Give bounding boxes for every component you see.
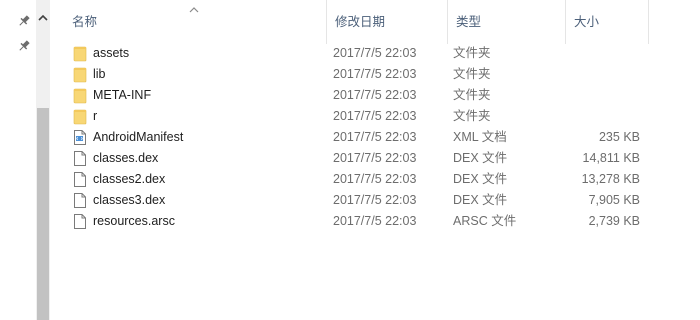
file-row[interactable]: AndroidManifest 2017/7/5 22:03 XML 文档 235 K… [50, 127, 650, 148]
nav-pane-scrollbar[interactable] [36, 0, 50, 320]
file-name: classes.dex [93, 151, 159, 165]
file-icon [74, 172, 86, 187]
file-date: 2017/7/5 22:03 [333, 172, 417, 186]
file-size [570, 106, 640, 127]
file-type: 文件夹 [453, 109, 491, 123]
file-row[interactable]: classes2.dex 2017/7/5 22:03 DEX 文件 13,278 K… [50, 169, 650, 190]
file-row[interactable]: r 2017/7/5 22:03 文件夹 [50, 106, 650, 127]
file-name: lib [93, 67, 106, 81]
file-size: 7,905 KB [588, 193, 640, 207]
file-icon [74, 214, 86, 229]
file-name: classes3.dex [93, 193, 166, 207]
file-size [570, 85, 640, 106]
file-icon [74, 193, 86, 208]
file-row[interactable]: META-INF 2017/7/5 22:03 文件夹 [50, 85, 650, 106]
file-name: resources.arsc [93, 214, 175, 228]
column-header-size[interactable]: 大小 [565, 0, 648, 44]
file-row[interactable]: resources.arsc 2017/7/5 22:03 ARSC 文件 2,739… [50, 211, 650, 232]
file-type: XML 文档 [453, 130, 507, 144]
file-name: classes2.dex [93, 172, 166, 186]
file-size: 13,278 KB [581, 172, 640, 186]
file-type: DEX 文件 [453, 172, 508, 186]
file-name: assets [93, 46, 130, 60]
folder-icon [73, 109, 87, 125]
pin-icon[interactable] [17, 39, 31, 53]
pin-icon[interactable] [17, 14, 31, 28]
folder-icon [73, 88, 87, 104]
folder-icon [73, 67, 87, 83]
folder-icon [73, 46, 87, 62]
file-date: 2017/7/5 22:03 [333, 109, 417, 123]
scroll-up-arrow-icon[interactable] [36, 9, 50, 27]
file-name: META-INF [93, 88, 152, 102]
column-header-spacer [648, 0, 700, 44]
file-name: r [93, 109, 98, 123]
column-header-date-label: 修改日期 [335, 15, 386, 29]
file-size: 2,739 KB [588, 214, 640, 228]
file-type: 文件夹 [453, 88, 491, 102]
xml-file-icon [74, 130, 86, 145]
file-type: 文件夹 [453, 46, 491, 60]
file-date: 2017/7/5 22:03 [333, 46, 417, 60]
column-header-date[interactable]: 修改日期 [326, 0, 447, 44]
quick-access-pane [0, 0, 36, 320]
column-header-type[interactable]: 类型 [447, 0, 565, 44]
file-icon [74, 151, 86, 166]
column-header-size-label: 大小 [574, 15, 600, 29]
file-date: 2017/7/5 22:03 [333, 67, 417, 81]
file-row[interactable]: classes.dex 2017/7/5 22:03 DEX 文件 14,811 KB [50, 148, 650, 169]
file-size: 235 KB [598, 130, 640, 144]
file-name: AndroidManifest [93, 130, 184, 144]
file-date: 2017/7/5 22:03 [333, 193, 417, 207]
file-date: 2017/7/5 22:03 [333, 130, 417, 144]
file-type: ARSC 文件 [453, 214, 517, 228]
file-date: 2017/7/5 22:03 [333, 151, 417, 165]
column-header-name-label: 名称 [72, 15, 98, 29]
file-row[interactable]: assets 2017/7/5 22:03 文件夹 [50, 43, 650, 64]
nav-scroll-thumb[interactable] [37, 108, 49, 320]
file-row[interactable]: classes3.dex 2017/7/5 22:03 DEX 文件 7,905 KB [50, 190, 650, 211]
file-type: DEX 文件 [453, 151, 508, 165]
column-header-name[interactable]: 名称 [64, 0, 326, 44]
column-header-type-label: 类型 [456, 15, 482, 29]
file-row[interactable]: lib 2017/7/5 22:03 文件夹 [50, 64, 650, 85]
file-type: DEX 文件 [453, 193, 508, 207]
file-size [570, 43, 640, 64]
file-size: 14,811 KB [582, 151, 640, 165]
file-size [570, 64, 640, 85]
file-date: 2017/7/5 22:03 [333, 214, 417, 228]
file-type: 文件夹 [453, 67, 491, 81]
file-date: 2017/7/5 22:03 [333, 88, 417, 102]
column-header-row: 名称 修改日期 类型 大小 [50, 0, 700, 44]
